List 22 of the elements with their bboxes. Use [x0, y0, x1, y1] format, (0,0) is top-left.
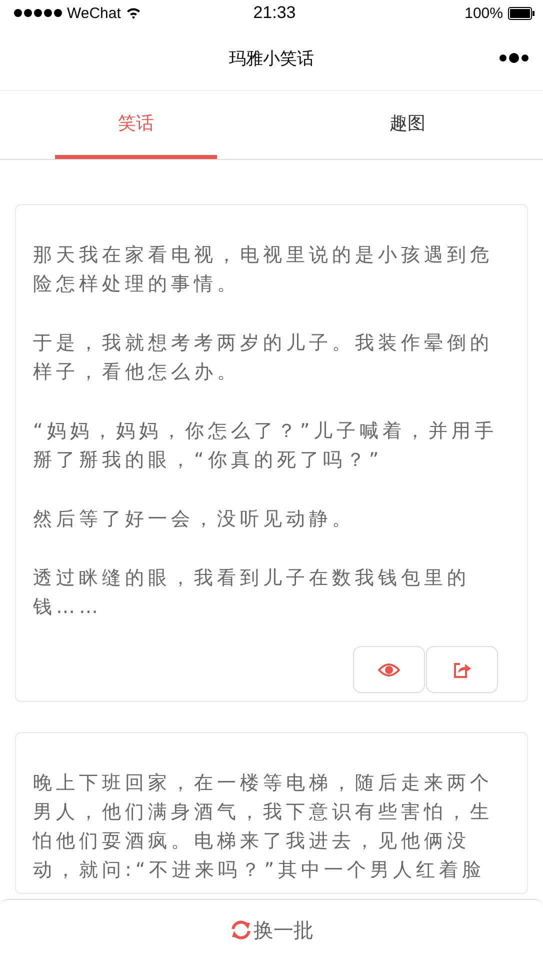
more-icon[interactable]: [499, 52, 529, 64]
joke-paragraph: 晚上下班回家，在一楼等电梯，随后走来两个男人，他们满身酒气，我下意识有些害怕，生怕他们耍酒疯。电梯来了我进去，见他俩没动，就问:“不进来吗？”其中一个男人红着脸: [33, 771, 494, 883]
joke-paragraph: “妈妈，妈妈，你怎么了？”儿子喊着，并用手掰了掰我的眼，“你真的死了吗？”: [33, 419, 499, 473]
tab[interactable]: 笑话: [55, 91, 216, 159]
joke-paragraph: 那天我在家看电视，电视里说的是小孩遇到危险怎样处理的事情。: [33, 243, 494, 297]
refresh-icon: [230, 920, 252, 940]
share-button[interactable]: [426, 646, 498, 693]
joke-paragraph: 然后等了好一会，没听见动静。: [33, 507, 356, 532]
joke-paragraph: 于是，我就想考考两岁的儿子。我装作晕倒的样子，看他怎么办。: [33, 331, 494, 385]
battery-percent: 100%: [464, 4, 503, 22]
carrier-name: WeChat: [67, 4, 121, 22]
clock-time: 21:33: [253, 3, 296, 23]
battery-icon: [508, 6, 535, 20]
refresh-button[interactable]: 换一批: [224, 916, 320, 944]
share-icon: [453, 661, 471, 678]
view-button[interactable]: [353, 646, 425, 693]
eye-icon: [378, 662, 400, 676]
joke-paragraph: 透过眯缝的眼，我看到儿子在数我钱包里的钱……: [33, 566, 471, 620]
tab[interactable]: 趣图: [326, 91, 488, 159]
signal-icon: [14, 9, 62, 17]
wifi-icon: [126, 7, 141, 19]
page-title: 玛雅小笑话: [229, 48, 314, 70]
